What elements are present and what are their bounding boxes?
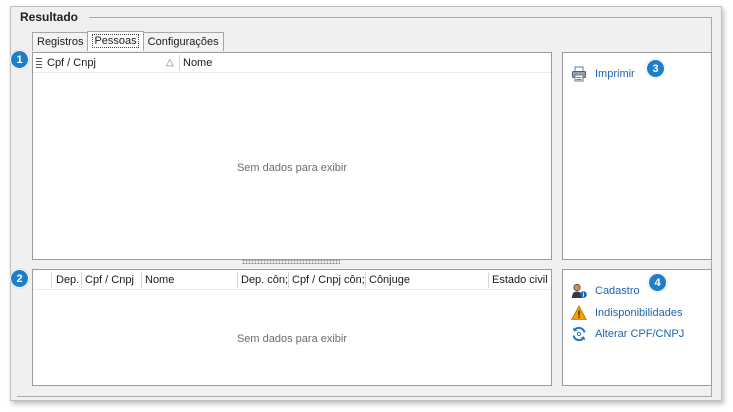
people-grid[interactable]: Cpf / Cnpj △ Nome Sem dados para exibir	[32, 52, 552, 260]
warning-icon	[571, 305, 587, 321]
column-separator	[51, 272, 52, 288]
actions-panel-bottom: Cadastro Indisponibilidades Alterar CPF/…	[562, 269, 712, 386]
column-header-nome[interactable]: Nome	[180, 53, 260, 73]
empty-message: Sem dados para exibir	[236, 162, 348, 174]
indisponibilidades-button[interactable]: Indisponibilidades	[571, 305, 682, 321]
cadastro-button[interactable]: Cadastro	[571, 283, 640, 299]
column-header-dep-conjuge[interactable]: Dep. côn;	[238, 270, 288, 290]
people-grid-header: Cpf / Cnpj △ Nome	[33, 53, 551, 73]
splitter-handle[interactable]	[242, 259, 340, 264]
column-header-cpf-cnpj[interactable]: Cpf / Cnpj	[44, 53, 164, 73]
column-header-nome[interactable]: Nome	[142, 270, 232, 290]
empty-message: Sem dados para exibir	[236, 333, 348, 345]
column-header-conjuge[interactable]: Cônjuge	[366, 270, 476, 290]
dependents-grid[interactable]: Dep. Cpf / Cnpj Nome Dep. côn; Cpf / Cnp…	[32, 269, 552, 386]
actions-panel-top: Imprimir	[562, 52, 712, 260]
column-header-cpf-cnpj[interactable]: Cpf / Cnpj	[82, 270, 140, 290]
callout-badge-3: 3	[646, 59, 665, 78]
group-divider	[89, 17, 712, 18]
sort-ascending-icon: △	[166, 57, 174, 68]
alterar-cpf-cnpj-label: Alterar CPF/CNPJ	[595, 328, 685, 340]
group-border-bottom	[17, 396, 712, 397]
cadastro-label: Cadastro	[595, 285, 640, 297]
column-header-cpf-cnpj-conjuge[interactable]: Cpf / Cnpj côn;	[289, 270, 365, 290]
tab-registros[interactable]: Registros	[32, 32, 89, 51]
dependents-grid-header: Dep. Cpf / Cnpj Nome Dep. côn; Cpf / Cnp…	[33, 270, 551, 290]
callout-badge-1: 1	[10, 50, 29, 69]
callout-badge-4: 4	[648, 273, 667, 292]
column-header-estado-civil[interactable]: Estado civil	[489, 270, 549, 290]
column-chooser-icon[interactable]	[36, 58, 42, 68]
user-info-icon	[571, 283, 587, 299]
refresh-icon	[571, 326, 587, 342]
callout-badge-2: 2	[10, 269, 29, 288]
tab-configuracoes[interactable]: Configurações	[142, 32, 224, 51]
printer-icon	[571, 66, 587, 82]
tab-bar: Registros Pessoas Configurações	[32, 31, 224, 51]
print-button[interactable]: Imprimir	[571, 66, 635, 82]
indisponibilidades-label: Indisponibilidades	[595, 307, 683, 319]
column-header-dep[interactable]: Dep.	[53, 270, 83, 290]
alterar-cpf-cnpj-button[interactable]: Alterar CPF/CNPJ	[571, 326, 684, 342]
tab-pessoas[interactable]: Pessoas	[87, 31, 144, 51]
print-label: Imprimir	[595, 68, 635, 80]
group-title: Resultado	[20, 10, 79, 24]
